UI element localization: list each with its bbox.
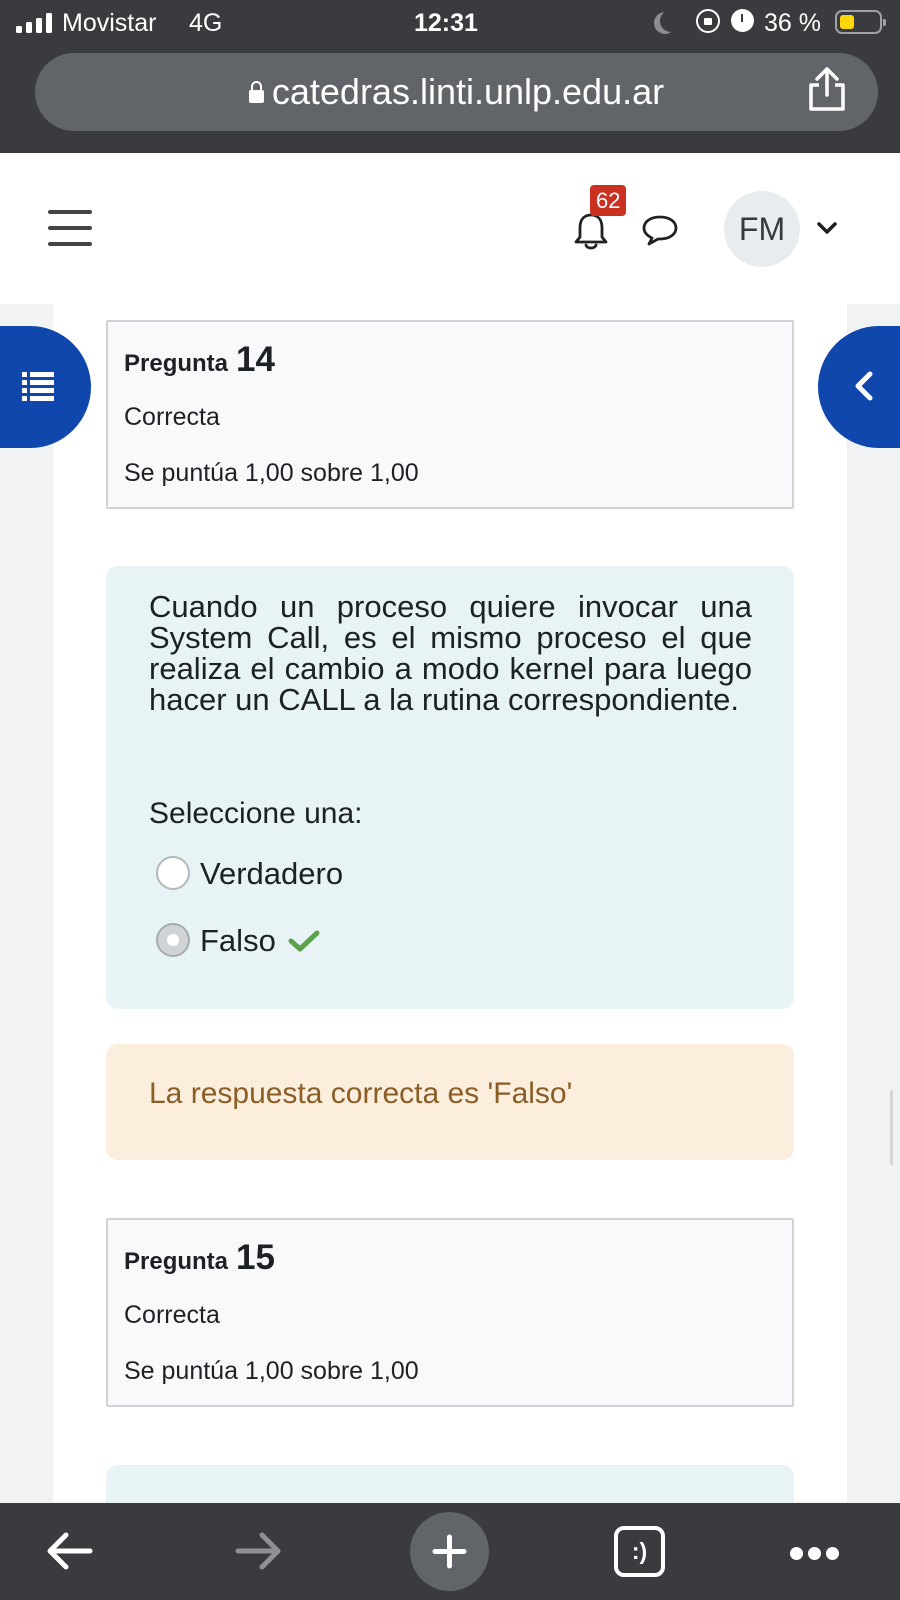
question-grade: Se puntúa 1,00 sobre 1,00 — [124, 459, 419, 487]
more-icon[interactable] — [790, 1547, 840, 1560]
chat-icon[interactable] — [641, 214, 679, 246]
question-text: Cuando un proceso quiere invocar una Sys… — [149, 589, 752, 717]
signal-bars-icon — [16, 13, 54, 33]
tabs-icon[interactable]: :) — [614, 1526, 665, 1577]
moon-icon — [660, 10, 682, 32]
feedback-text: La respuesta correcta es 'Falso' — [149, 1077, 573, 1110]
url-bar[interactable]: catedras.linti.unlp.edu.ar — [35, 53, 878, 131]
question-info-15: Pregunta 15 Correcta Se puntúa 1,00 sobre… — [106, 1218, 794, 1407]
status-bar: Movistar 4G 12:31 36 % — [0, 0, 900, 45]
url-text: catedras.linti.unlp.edu.ar — [271, 71, 665, 112]
scrollbar[interactable] — [890, 1090, 893, 1165]
question-label: Pregunta — [124, 350, 229, 377]
question-info-14: Pregunta 14 Correcta Se puntúa 1,00 sobre… — [106, 320, 794, 509]
answer-prompt: Seleccione una: — [149, 797, 363, 830]
hamburger-icon[interactable] — [48, 210, 92, 246]
battery-percent: 36 % — [764, 9, 821, 37]
carrier-name: Movistar — [62, 9, 157, 37]
option-label: Falso — [200, 923, 276, 958]
list-icon — [22, 372, 54, 401]
back-arrow-icon[interactable] — [44, 1530, 94, 1572]
avatar[interactable]: FM — [724, 191, 800, 267]
alarm-icon — [731, 9, 754, 32]
question-grade: Se puntúa 1,00 sobre 1,00 — [124, 1357, 419, 1385]
question-number: 14 — [236, 340, 275, 379]
question-title: Pregunta 15 — [124, 1238, 275, 1278]
option-label: Verdadero — [200, 856, 344, 891]
radio-button[interactable] — [156, 856, 190, 890]
question-number: 15 — [236, 1238, 275, 1277]
clock: 12:31 — [414, 9, 478, 37]
orientation-lock-icon — [696, 9, 720, 33]
lock-icon — [248, 81, 264, 103]
notification-badge: 62 — [590, 185, 627, 216]
chevron-down-icon[interactable] — [816, 218, 838, 238]
question-state: Correcta — [124, 1301, 220, 1329]
question-state: Correcta — [124, 403, 220, 431]
browser-top-bar: catedras.linti.unlp.edu.ar — [0, 45, 900, 153]
question-title: Pregunta 14 — [124, 340, 275, 380]
plus-icon — [432, 1534, 467, 1569]
forward-arrow-icon[interactable] — [234, 1530, 284, 1572]
battery-icon — [835, 10, 886, 34]
browser-bottom-toolbar: :) — [0, 1503, 900, 1600]
new-tab-button[interactable] — [410, 1512, 489, 1591]
radio-button-selected[interactable] — [156, 923, 190, 957]
network-type: 4G — [189, 9, 223, 37]
bell-icon[interactable] — [573, 211, 609, 251]
question-label: Pregunta — [124, 1248, 229, 1275]
site-navbar: 62 FM — [0, 153, 900, 304]
question-formulation-14: Cuando un proceso quiere invocar una Sys… — [106, 566, 794, 1009]
checkmark-icon — [288, 930, 320, 952]
share-icon[interactable] — [805, 65, 849, 113]
chevron-left-icon — [855, 371, 873, 401]
right-answer-feedback: La respuesta correcta es 'Falso' — [106, 1044, 794, 1160]
